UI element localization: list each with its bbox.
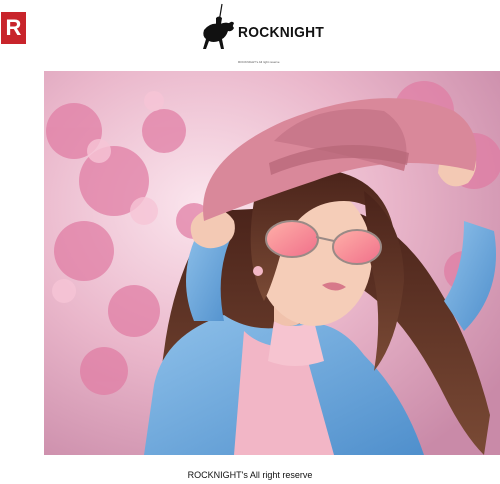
brand-subtitle: ROCKNIGHT's All right reserve	[238, 60, 280, 64]
brand-logo: ROCKNIGHT ROCKNIGHT's All right reserve	[192, 2, 324, 64]
knight-on-horse-icon	[203, 3, 234, 49]
footer-caption: ROCKNIGHT's All right reserve	[187, 470, 313, 480]
woman-in-hat-illustration	[44, 71, 500, 455]
brand-badge: R	[1, 12, 26, 44]
product-photo	[44, 71, 500, 455]
brand-name: ROCKNIGHT	[238, 24, 325, 41]
